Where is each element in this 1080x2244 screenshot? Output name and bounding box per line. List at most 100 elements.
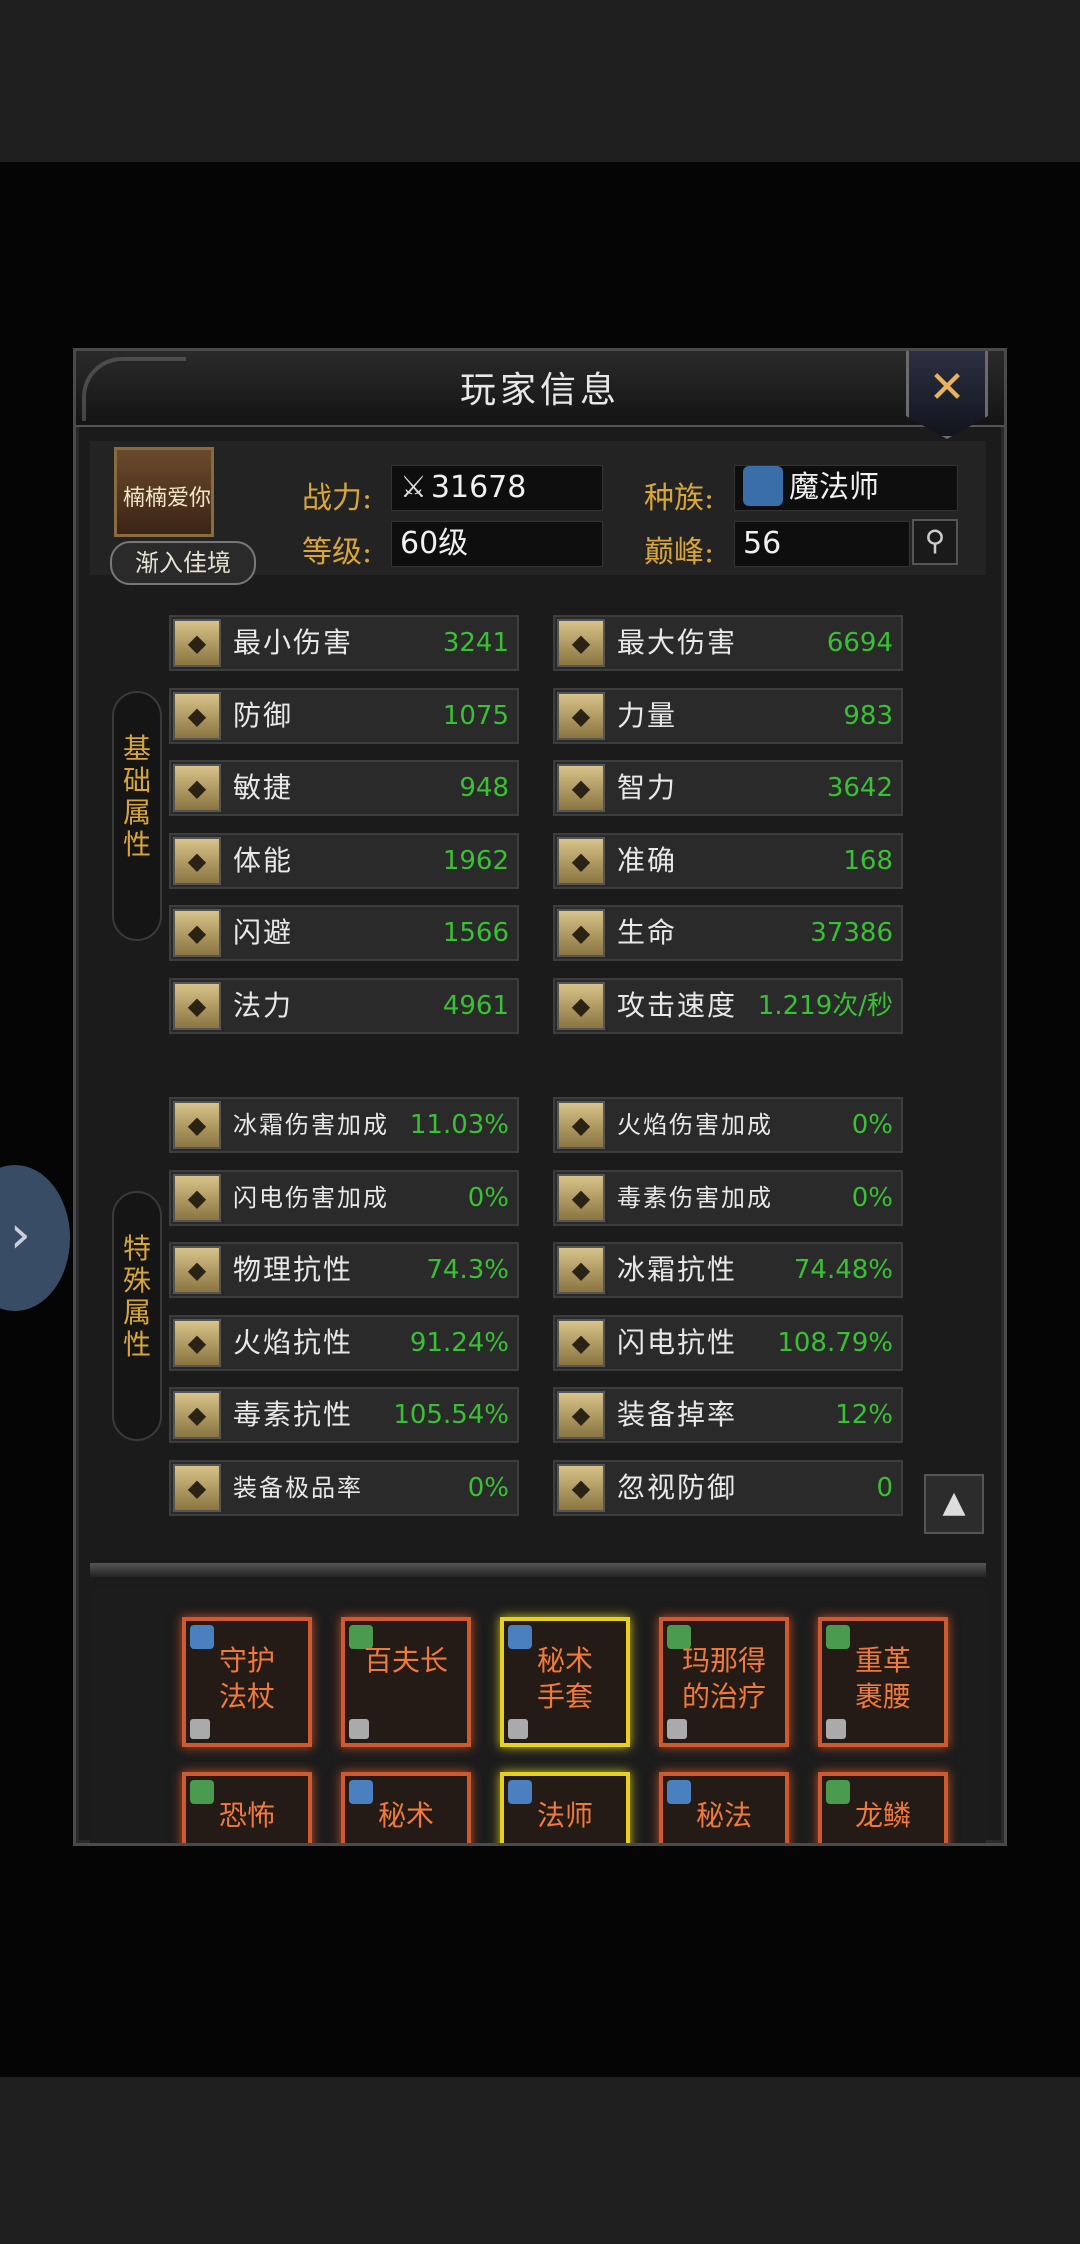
equipment-slot[interactable]: 恐怖 bbox=[182, 1772, 312, 1843]
stat-basic_stats-9: ◆ 生命 37386 bbox=[553, 905, 903, 961]
stat-icon: ◆ bbox=[173, 1463, 221, 1512]
section-divider bbox=[90, 1563, 986, 1577]
stat-special_stats-11: ◆ 忽视防御 0 bbox=[553, 1459, 903, 1516]
stat-name: 体能 bbox=[233, 843, 294, 877]
stat-name: 装备极品率 bbox=[233, 1473, 363, 1502]
equipment-slot[interactable]: 秘术 bbox=[341, 1772, 471, 1843]
stat-value: 1566 bbox=[442, 918, 509, 948]
avatar[interactable]: 楠楠爱你 bbox=[114, 447, 214, 537]
stat-name: 攻击速度 bbox=[617, 988, 738, 1022]
stat-icon: ◆ bbox=[557, 1391, 605, 1439]
chevron-right-icon: › bbox=[10, 1205, 31, 1265]
race-box: 魔法师 bbox=[734, 465, 958, 511]
equipment-slot[interactable]: 重革 裹腰 bbox=[818, 1617, 948, 1747]
stat-name: 最大伤害 bbox=[617, 626, 738, 659]
stat-name: 冰霜伤害加成 bbox=[233, 1111, 389, 1139]
stat-value: 0% bbox=[851, 1182, 893, 1213]
search-button[interactable]: ⚲ bbox=[912, 519, 958, 565]
stat-value: 168 bbox=[843, 845, 893, 876]
stat-icon: ◆ bbox=[173, 1318, 221, 1367]
stat-name: 敏捷 bbox=[233, 771, 294, 804]
stat-name: 最小伤害 bbox=[233, 626, 354, 659]
top-bar bbox=[0, 0, 1080, 162]
player-status: 渐入佳境 bbox=[110, 541, 256, 585]
stat-value: 3642 bbox=[826, 773, 893, 803]
avatar-name: 楠楠爱你 bbox=[122, 486, 211, 511]
lock-icon bbox=[349, 1719, 369, 1739]
power-value: 31678 bbox=[430, 470, 527, 505]
stat-name: 防御 bbox=[233, 698, 294, 732]
stat-name: 准确 bbox=[617, 843, 678, 877]
stat-value: 1962 bbox=[442, 845, 509, 876]
level-value: 60级 bbox=[391, 521, 603, 567]
stat-special_stats-6: ◆ 火焰抗性 91.24% bbox=[169, 1314, 519, 1371]
section-tab-special[interactable]: 特殊属性 bbox=[112, 1191, 162, 1441]
lock-icon bbox=[667, 1719, 687, 1739]
stat-icon: ◆ bbox=[557, 1318, 605, 1367]
equipment-slot[interactable]: 秘术 手套 bbox=[500, 1617, 630, 1747]
equipment-name: 守护 法杖 bbox=[218, 1644, 275, 1713]
stat-value: 37386 bbox=[810, 918, 893, 948]
stat-basic_stats-6: ◆ 体能 1962 bbox=[169, 832, 519, 889]
stat-icon: ◆ bbox=[173, 1101, 221, 1149]
stat-basic_stats-11: ◆ 攻击速度 1.219次/秒 bbox=[553, 977, 903, 1034]
stat-icon: ◆ bbox=[173, 836, 221, 885]
stat-icon: ◆ bbox=[173, 909, 221, 957]
stat-icon: ◆ bbox=[557, 1246, 605, 1294]
equipment-slot[interactable]: 玛那得 的治疗 bbox=[659, 1617, 789, 1747]
equipment-slot[interactable]: 龙鳞 bbox=[818, 1772, 948, 1843]
triangle-up-icon: ▲ bbox=[942, 1485, 966, 1520]
stat-value: 1.219次/秒 bbox=[757, 990, 893, 1021]
stat-value: 948 bbox=[459, 773, 509, 803]
lock-icon bbox=[826, 1719, 846, 1739]
stat-special_stats-2: ◆ 闪电伤害加成 0% bbox=[169, 1169, 519, 1226]
equipment-slot[interactable]: 百夫长 bbox=[341, 1617, 471, 1747]
stat-icon: ◆ bbox=[173, 1246, 221, 1294]
stat-special_stats-4: ◆ 物理抗性 74.3% bbox=[169, 1242, 519, 1298]
power-box: ⚔ 31678 bbox=[391, 465, 603, 511]
level-label: 等级: bbox=[302, 535, 373, 570]
stat-icon: ◆ bbox=[557, 764, 605, 812]
equipment-name: 龙鳞 bbox=[854, 1799, 911, 1832]
window-title: 玩家信息 bbox=[459, 370, 620, 411]
equipment-name: 玛那得 的治疗 bbox=[681, 1644, 766, 1713]
equipment-name: 恐怖 bbox=[218, 1799, 275, 1832]
stat-value: 12% bbox=[835, 1400, 893, 1430]
equipment-name: 秘法 bbox=[695, 1799, 752, 1832]
stat-value: 0% bbox=[467, 1182, 509, 1213]
stat-icon: ◆ bbox=[557, 1173, 605, 1222]
stat-value: 1075 bbox=[442, 700, 509, 731]
stat-name: 装备掉率 bbox=[617, 1398, 738, 1431]
stat-name: 智力 bbox=[617, 771, 678, 804]
stat-value: 983 bbox=[843, 700, 893, 731]
stat-value: 11.03% bbox=[409, 1110, 509, 1140]
stat-icon: ◆ bbox=[557, 1463, 605, 1512]
stat-value: 0% bbox=[467, 1472, 509, 1503]
title-bar: 玩家信息 bbox=[76, 351, 1004, 427]
stat-icon: ◆ bbox=[557, 619, 605, 667]
equipment-name: 重革 裹腰 bbox=[854, 1644, 911, 1713]
stat-name: 冰霜抗性 bbox=[617, 1253, 738, 1286]
stat-icon: ◆ bbox=[173, 1391, 221, 1439]
stat-basic_stats-8: ◆ 闪避 1566 bbox=[169, 905, 519, 961]
race-value: 魔法师 bbox=[789, 470, 879, 505]
stat-basic_stats-0: ◆ 最小伤害 3241 bbox=[169, 615, 519, 671]
section-tab-basic[interactable]: 基础属性 bbox=[112, 691, 162, 941]
equipment-slot[interactable]: 秘法 bbox=[659, 1772, 789, 1843]
stat-icon: ◆ bbox=[173, 764, 221, 812]
stat-name: 毒素抗性 bbox=[233, 1398, 354, 1431]
equipment-slot[interactable]: 守护 法杖 bbox=[182, 1617, 312, 1747]
equipment-slot[interactable]: 法师 bbox=[500, 1772, 630, 1843]
search-icon: ⚲ bbox=[924, 524, 946, 557]
scroll-up-button[interactable]: ▲ bbox=[924, 1474, 984, 1534]
close-icon: ✕ bbox=[928, 362, 966, 413]
stat-icon: ◆ bbox=[557, 691, 605, 740]
stat-value: 74.3% bbox=[426, 1255, 509, 1285]
stat-basic_stats-1: ◆ 最大伤害 6694 bbox=[553, 615, 903, 671]
peak-value: 56 bbox=[734, 521, 910, 567]
stat-name: 忽视防御 bbox=[617, 1470, 738, 1504]
peak-label: 巅峰: bbox=[644, 535, 715, 570]
stat-value: 4961 bbox=[442, 990, 509, 1021]
stat-special_stats-10: ◆ 装备极品率 0% bbox=[169, 1459, 519, 1516]
section-label-special: 特殊属性 bbox=[123, 1232, 152, 1361]
